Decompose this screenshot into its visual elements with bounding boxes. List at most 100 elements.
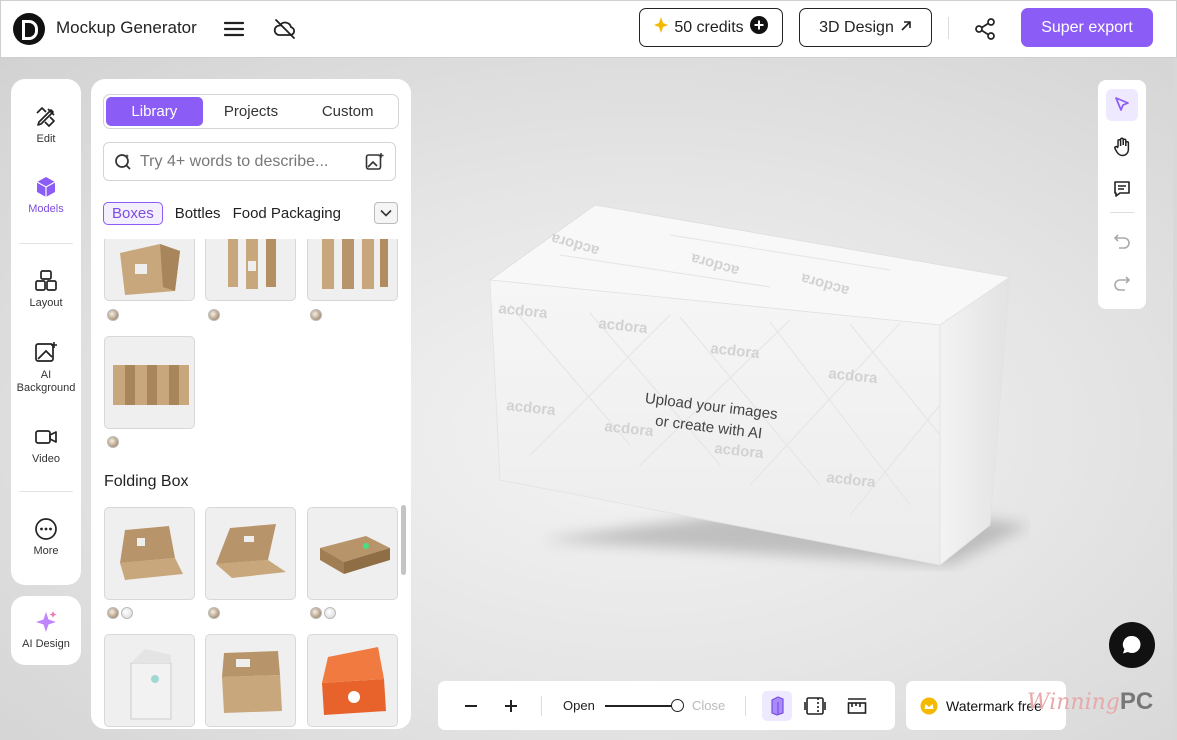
- model-thumbnail[interactable]: [104, 336, 195, 429]
- bottom-divider: [745, 696, 746, 716]
- open-label: Open: [563, 698, 595, 713]
- close-label: Close: [692, 698, 726, 713]
- search-bar: [103, 142, 396, 181]
- category-bottles[interactable]: Bottles: [175, 205, 221, 222]
- menu-icon[interactable]: [221, 17, 247, 41]
- rail-label-video: Video: [32, 453, 60, 465]
- bottom-divider: [541, 696, 542, 716]
- measure-button[interactable]: [844, 693, 870, 719]
- model-thumbnail[interactable]: [104, 507, 195, 600]
- zoom-out-icon[interactable]: [460, 695, 482, 717]
- undo-icon: [1113, 234, 1130, 249]
- arrow-up-right-icon: [900, 19, 912, 37]
- rail-label-models: Models: [28, 203, 64, 215]
- redo-icon: [1114, 276, 1131, 291]
- toolbar-divider: [1110, 212, 1134, 213]
- dieline-icon: [804, 697, 826, 715]
- select-tool-button[interactable]: [1106, 89, 1138, 121]
- category-boxes[interactable]: Boxes: [103, 201, 163, 225]
- ai-design-label: AI Design: [22, 638, 70, 650]
- panel-tabs: Library Projects Custom: [103, 94, 399, 129]
- header-divider: [948, 17, 949, 39]
- more-icon: [35, 518, 57, 540]
- rail-label-layout: Layout: [29, 297, 63, 309]
- chat-icon: [1122, 635, 1141, 654]
- model-thumbnail[interactable]: [205, 507, 296, 600]
- material-swatch[interactable]: [208, 309, 220, 321]
- rail-item-video[interactable]: Video: [11, 425, 81, 465]
- section-title-folding-box: Folding Box: [104, 473, 189, 490]
- model-thumbnail[interactable]: [104, 634, 195, 727]
- rail-label-more: More: [33, 545, 59, 557]
- redo-button[interactable]: [1106, 267, 1138, 299]
- zoom-in-icon[interactable]: [500, 695, 522, 717]
- model-thumbnail[interactable]: [104, 239, 195, 301]
- cursor-icon: [1115, 97, 1129, 111]
- material-swatch[interactable]: [208, 607, 220, 619]
- model-thumbnail[interactable]: [307, 239, 398, 301]
- material-swatch[interactable]: [107, 607, 119, 619]
- video-icon: [35, 430, 57, 444]
- material-swatch[interactable]: [310, 607, 322, 619]
- layout-icon: [35, 270, 57, 291]
- undo-button[interactable]: [1106, 225, 1138, 257]
- cloud-off-icon[interactable]: [271, 15, 299, 43]
- category-food-packaging[interactable]: Food Packaging: [233, 205, 341, 222]
- top-bar: Mockup Generator 50 credits 3D Design Su…: [0, 0, 1177, 58]
- share-icon[interactable]: [971, 15, 999, 43]
- rail-divider: [19, 243, 73, 244]
- category-dropdown-button[interactable]: [374, 202, 398, 224]
- comment-tool-button[interactable]: [1106, 173, 1138, 205]
- rail-item-ai-background[interactable]: AI Background: [11, 341, 81, 395]
- super-export-button[interactable]: Super export: [1021, 8, 1153, 47]
- site-watermark: WinningPC: [1027, 688, 1153, 716]
- credits-button[interactable]: 50 credits: [639, 8, 783, 47]
- watermark-script: Winning: [1027, 690, 1120, 715]
- rail-label-edit: Edit: [36, 133, 56, 145]
- tab-projects[interactable]: Projects: [203, 97, 300, 126]
- model-thumbnail[interactable]: [205, 634, 296, 727]
- ruler-icon: [847, 698, 867, 714]
- search-input[interactable]: [140, 152, 357, 171]
- tab-custom[interactable]: Custom: [299, 97, 396, 126]
- rail-item-more[interactable]: More: [11, 517, 81, 557]
- model-thumbnail[interactable]: [307, 634, 398, 727]
- 3d-design-button[interactable]: 3D Design: [799, 8, 932, 47]
- left-rail: Edit Models Layout AI Background Video M…: [11, 79, 81, 585]
- library-panel: Library Projects Custom Boxes Bottles Fo…: [91, 79, 411, 729]
- panel-scrollbar[interactable]: [401, 505, 406, 575]
- chevron-down-icon: [380, 209, 392, 217]
- right-toolbar: [1098, 80, 1146, 309]
- spark-icon: [654, 17, 669, 38]
- tab-library[interactable]: Library: [106, 97, 203, 126]
- dieline-view-button[interactable]: [802, 693, 828, 719]
- material-swatch-white[interactable]: [324, 607, 336, 619]
- rail-label-ai-background: AI Background: [16, 369, 76, 394]
- image-search-icon[interactable]: [365, 152, 385, 172]
- material-swatch-white[interactable]: [121, 607, 133, 619]
- cube-icon: [36, 177, 56, 197]
- open-close-slider-handle[interactable]: [671, 699, 684, 712]
- edit-icon: [36, 107, 55, 127]
- rail-item-edit[interactable]: Edit: [11, 105, 81, 145]
- model-thumbnail[interactable]: [205, 239, 296, 301]
- rail-item-layout[interactable]: Layout: [11, 269, 81, 309]
- ai-design-button[interactable]: AI Design: [11, 596, 81, 665]
- app-logo[interactable]: [13, 13, 45, 45]
- bottom-toolbar: Open Close: [438, 681, 895, 730]
- box-view-button[interactable]: [762, 691, 792, 721]
- pan-tool-button[interactable]: [1106, 131, 1138, 163]
- material-swatch[interactable]: [310, 309, 322, 321]
- rail-divider: [19, 491, 73, 492]
- comment-icon: [1114, 181, 1130, 197]
- app-title: Mockup Generator: [56, 18, 197, 37]
- rail-item-models[interactable]: Models: [11, 175, 81, 215]
- material-swatch[interactable]: [107, 436, 119, 448]
- box-mockup[interactable]: acdora acdora acdora acdora acdora acdor…: [470, 195, 1030, 580]
- chat-button[interactable]: [1109, 622, 1155, 668]
- model-thumbnail[interactable]: [307, 507, 398, 600]
- watermark-bold: PC: [1119, 688, 1154, 715]
- material-swatch[interactable]: [107, 309, 119, 321]
- category-bar: Boxes Bottles Food Packaging: [103, 201, 399, 225]
- open-close-slider-track[interactable]: [605, 705, 677, 707]
